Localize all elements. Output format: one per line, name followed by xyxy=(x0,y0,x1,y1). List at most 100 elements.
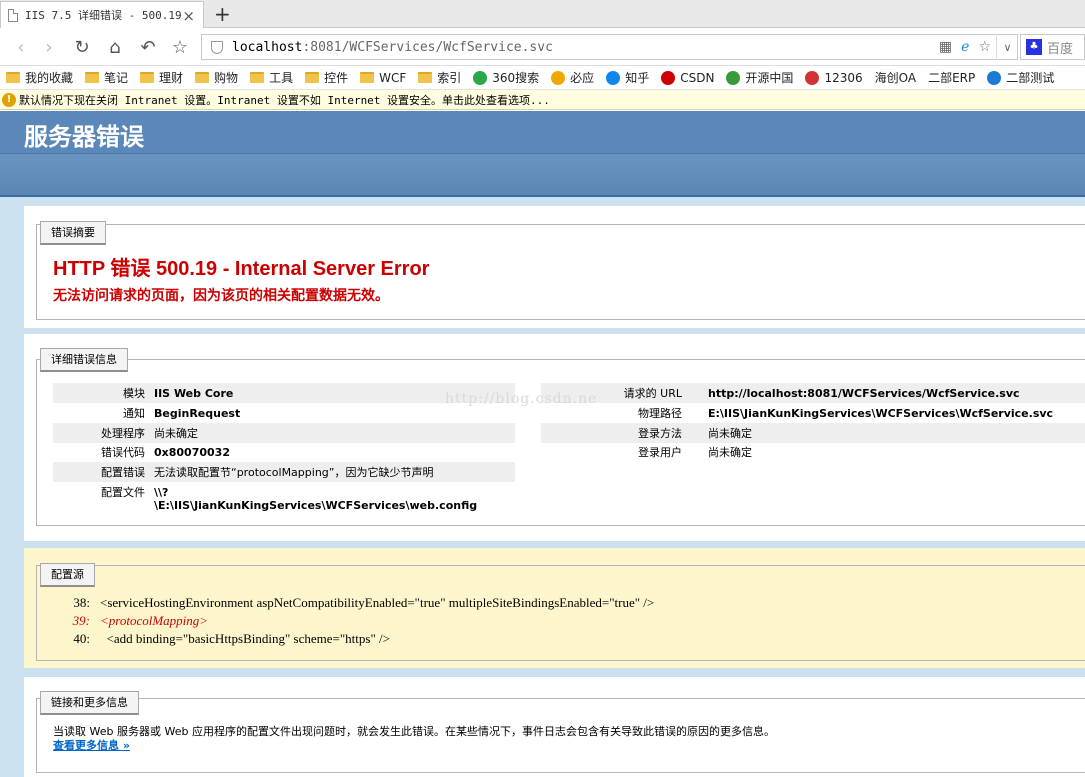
detail-row-config-error: 配置错误 无法读取配置节“protocolMapping”，因为它缺少节声明 xyxy=(53,462,515,482)
bookmarks-bar: 我的收藏 笔记 理财 购物 工具 控件 WCF 索引 360搜索 必应 知乎 CSDN 开源中国 1230… xyxy=(0,66,1085,90)
bookmark-item[interactable]: 开源中国 xyxy=(726,69,793,86)
bookmark-item[interactable]: 二部测试 xyxy=(987,69,1054,86)
watermark: http://blog.csdn.ne xyxy=(445,391,598,407)
navigation-bar: ‹ › ↻ ⌂ ↶ ☆ localhost:8081/WCFServices/W… xyxy=(0,28,1085,66)
qr-code-icon[interactable]: ▦ xyxy=(939,39,952,55)
detail-row-physical-path: 物理路径 E:\IIS\JianKunKingServices\WCFServi… xyxy=(541,403,1085,423)
bookmark-label: 二部测试 xyxy=(1006,71,1055,85)
bookmark-item[interactable]: 笔记 xyxy=(85,69,128,86)
forward-icon[interactable]: › xyxy=(38,36,60,58)
summary-legend: 错误摘要 xyxy=(40,221,106,245)
bookmark-label: 笔记 xyxy=(104,71,129,85)
bookmark-item[interactable]: 海创OA xyxy=(875,69,916,86)
bookmark-label: 必应 xyxy=(570,71,595,85)
detail-value: 尚未确定 xyxy=(708,446,752,459)
home-icon[interactable]: ⌂ xyxy=(104,36,126,58)
detail-row-handler: 处理程序 尚未确定 xyxy=(53,423,515,443)
view-more-info-link[interactable]: 查看更多信息 » xyxy=(53,737,130,753)
detail-value: 尚未确定 xyxy=(154,427,198,440)
detail-value: http://localhost:8081/WCFServices/WcfSer… xyxy=(708,386,1020,400)
info-bar-text: 默认情况下现在关闭 Intranet 设置。Intranet 设置不如 Inte… xyxy=(19,93,550,107)
detail-label: 登录用户 xyxy=(638,446,682,459)
baidu-icon: ♣ xyxy=(1026,39,1042,55)
zhihu-icon xyxy=(606,70,621,85)
search-engine-label: 百度 xyxy=(1047,41,1074,57)
ie-icon[interactable]: ℯ xyxy=(961,39,969,55)
details-legend: 详细错误信息 xyxy=(40,348,128,372)
bookmark-item[interactable]: 工具 xyxy=(250,69,293,86)
detail-row-logon-method: 登录方法 尚未确定 xyxy=(541,423,1085,443)
search-box[interactable]: ♣ 百度 xyxy=(1020,34,1085,60)
code-line: 38: <serviceHostingEnvironment aspNetComp… xyxy=(73,595,655,610)
browser-tab-active[interactable]: IIS 7.5 详细错误 - 500.19 × xyxy=(0,1,204,28)
error-subtitle: 无法访问请求的页面，因为该页的相关配置数据无效。 xyxy=(53,288,389,304)
bookmark-label: 工具 xyxy=(269,71,294,85)
detail-row-logon-user: 登录用户 尚未确定 xyxy=(541,442,1085,462)
csdn-icon xyxy=(661,70,676,85)
rail-icon xyxy=(805,70,820,85)
reload-icon[interactable]: ↻ xyxy=(71,36,93,58)
tab-title: IIS 7.5 详细错误 - 500.19 xyxy=(25,9,182,22)
close-icon[interactable]: × xyxy=(182,7,195,25)
code-line: 40: <add binding="basicHttpsBinding" sch… xyxy=(73,631,390,646)
bookmark-label: 开源中国 xyxy=(745,71,794,85)
folder-icon xyxy=(85,72,100,83)
bookmark-label: 控件 xyxy=(324,71,349,85)
intranet-info-bar[interactable]: ! 默认情况下现在关闭 Intranet 设置。Intranet 设置不如 In… xyxy=(0,90,1085,110)
bookmark-item[interactable]: CSDN xyxy=(661,70,715,85)
chevron-down-icon[interactable]: ∨ xyxy=(996,34,1018,60)
bing-icon xyxy=(551,70,566,85)
undo-icon[interactable]: ↶ xyxy=(137,36,159,58)
page-content: 服务器错误 错误摘要 HTTP 错误 500.19 - Internal Ser… xyxy=(0,111,1085,777)
folder-icon xyxy=(250,72,265,83)
detail-row-error-code: 错误代码 0x80070032 xyxy=(53,442,515,462)
bookmark-item[interactable]: WCF xyxy=(360,71,406,85)
detail-label: 模块 xyxy=(123,387,145,400)
star-icon[interactable]: ☆ xyxy=(169,36,191,58)
bookmark-label: 知乎 xyxy=(625,71,650,85)
detail-value: E:\IIS\JianKunKingServices\WCFServices\W… xyxy=(708,406,1054,420)
detail-label: 配置错误 xyxy=(101,466,145,479)
bookmark-item[interactable]: 360搜索 xyxy=(473,69,539,86)
detail-label: 处理程序 xyxy=(101,427,145,440)
address-bar[interactable]: localhost:8081/WCFServices/WcfService.sv… xyxy=(201,34,1018,60)
bookmark-item[interactable]: 12306 xyxy=(805,70,863,85)
bookmark-label: 理财 xyxy=(159,71,184,85)
bookmark-item[interactable]: 二部ERP xyxy=(928,69,975,86)
bookmark-item[interactable]: 知乎 xyxy=(606,69,649,86)
zt-icon xyxy=(987,70,1002,85)
new-tab-button[interactable]: + xyxy=(214,2,231,26)
bookmark-item[interactable]: 购物 xyxy=(195,69,238,86)
folder-icon xyxy=(418,72,433,83)
bookmark-label: CSDN xyxy=(680,70,715,85)
bookmark-label: 二部ERP xyxy=(928,71,976,85)
folder-icon xyxy=(360,72,375,83)
star-icon[interactable]: ☆ xyxy=(978,39,991,55)
bookmark-item[interactable]: 索引 xyxy=(418,69,461,86)
detail-value: 0x80070032 xyxy=(154,445,230,459)
detail-row-config-file-path: \E:\IIS\JianKunKingServices\WCFServices\… xyxy=(53,495,523,515)
folder-icon xyxy=(6,72,20,83)
page-banner: 服务器错误 xyxy=(0,111,1085,154)
bookmark-item[interactable]: 必应 xyxy=(551,69,594,86)
url-host: localhost xyxy=(232,39,303,55)
page-icon xyxy=(8,8,18,22)
back-icon[interactable]: ‹ xyxy=(10,36,32,58)
banner-subbar xyxy=(0,154,1085,197)
code-line-highlighted: 39: <protocolMapping> xyxy=(72,613,209,628)
detail-value: BeginRequest xyxy=(154,406,241,420)
detail-value: 无法读取配置节“protocolMapping”，因为它缺少节声明 xyxy=(154,466,434,479)
bookmark-item[interactable]: 我的收藏 xyxy=(6,69,73,86)
tab-bar: IIS 7.5 详细错误 - 500.19 × + xyxy=(0,0,1085,28)
detail-row-request-url: 请求的 URL http://localhost:8081/WCFService… xyxy=(541,383,1085,403)
folder-icon xyxy=(305,72,320,83)
bookmark-label: 12306 xyxy=(824,70,863,85)
oschina-icon xyxy=(726,70,741,85)
bookmark-label: 海创OA xyxy=(874,71,917,85)
detail-label: 错误代码 xyxy=(101,446,145,459)
bookmark-item[interactable]: 理财 xyxy=(140,69,183,86)
bookmark-item[interactable]: 控件 xyxy=(305,69,348,86)
bookmark-label: 购物 xyxy=(214,71,239,85)
warning-shield-icon: ! xyxy=(2,92,16,107)
detail-value: 尚未确定 xyxy=(708,427,752,440)
